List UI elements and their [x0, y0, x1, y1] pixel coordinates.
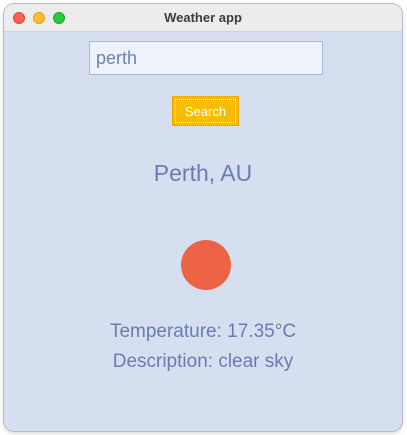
description-text: Description: clear sky: [112, 351, 294, 372]
sun-icon: [181, 240, 231, 290]
temperature-text: Temperature: 17.35°C: [109, 321, 297, 342]
search-button[interactable]: Search: [172, 96, 239, 126]
app-window: Weather app Search Perth, AU Temperature…: [4, 4, 402, 431]
city-name: Perth, AU: [153, 160, 253, 186]
title-bar: Weather app: [4, 4, 402, 32]
city-search-input[interactable]: [89, 41, 323, 75]
window-title: Weather app: [164, 10, 242, 25]
